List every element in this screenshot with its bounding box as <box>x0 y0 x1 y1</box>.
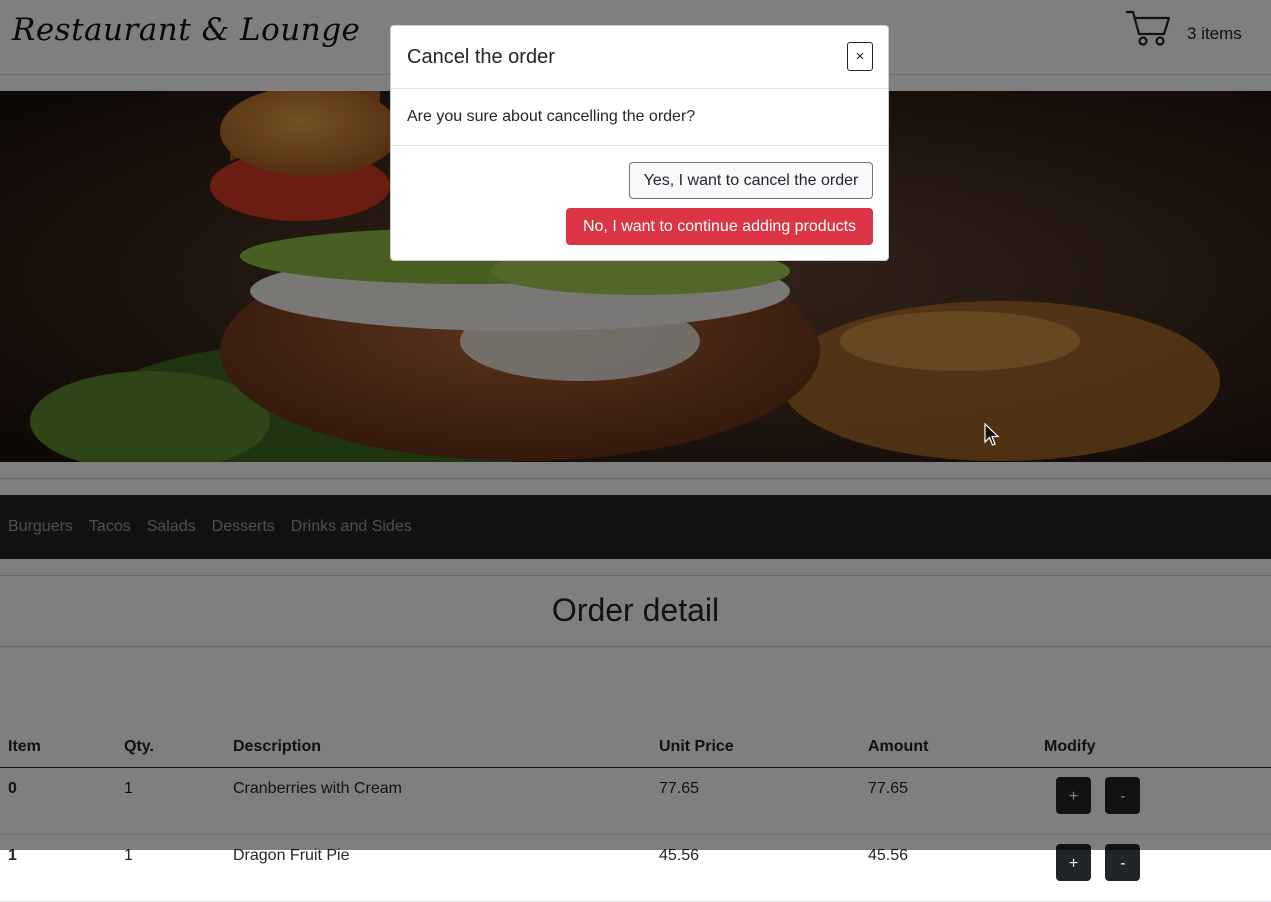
mouse-cursor-icon <box>984 423 1000 446</box>
modal-header: Cancel the order × <box>391 26 888 89</box>
continue-adding-button[interactable]: No, I want to continue adding products <box>566 208 873 245</box>
close-icon[interactable]: × <box>847 42 873 71</box>
confirm-cancel-button[interactable]: Yes, I want to cancel the order <box>629 162 873 199</box>
modal-footer-divider <box>391 145 888 146</box>
modal-title: Cancel the order <box>407 46 555 68</box>
cancel-order-modal: Cancel the order × Are you sure about ca… <box>390 25 889 261</box>
modal-message: Are you sure about cancelling the order? <box>407 108 696 125</box>
